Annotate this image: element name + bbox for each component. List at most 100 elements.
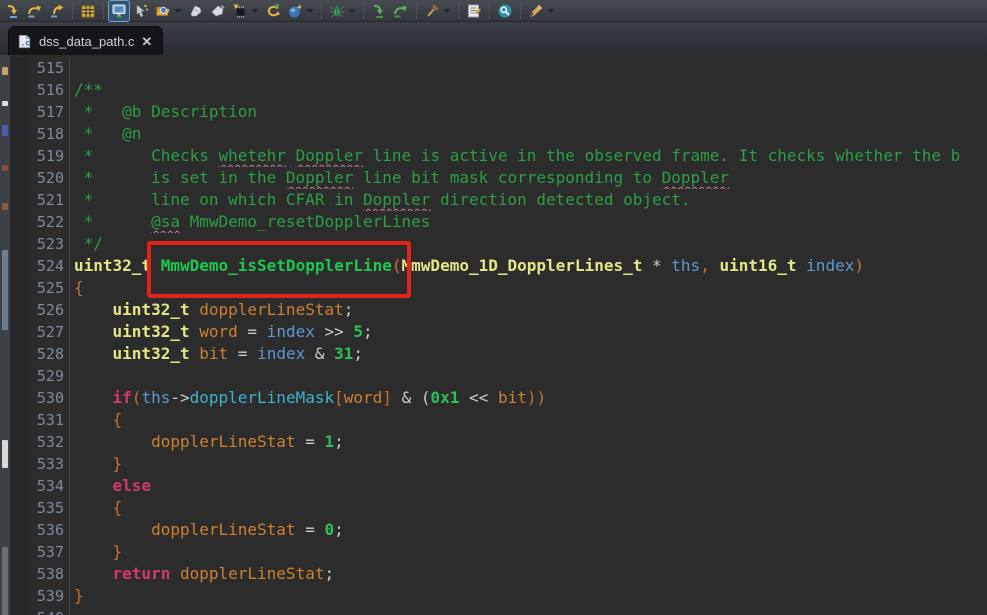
- step-return-button[interactable]: [46, 0, 68, 22]
- breakpoint-gutter[interactable]: [10, 233, 30, 255]
- breakpoint-gutter[interactable]: [10, 409, 30, 431]
- code-text[interactable]: * @sa MmwDemo_resetDopplerLines: [69, 211, 987, 233]
- code-text[interactable]: dopplerLineStat = 1;: [69, 431, 987, 453]
- code-line[interactable]: 536 dopplerLineStat = 0;: [10, 519, 987, 541]
- code-text[interactable]: uint32_t word = index >> 5;: [69, 321, 987, 343]
- breakpoint-gutter[interactable]: [10, 211, 30, 233]
- breakpoint-gutter[interactable]: [10, 563, 30, 585]
- breakpoint-gutter[interactable]: [10, 519, 30, 541]
- breakpoint-gutter[interactable]: [10, 453, 30, 475]
- code-text[interactable]: * @b Description: [69, 101, 987, 123]
- code-line[interactable]: 538 return dopplerLineStat;: [10, 563, 987, 585]
- breakpoint-gutter[interactable]: [10, 497, 30, 519]
- breakpoint-gutter[interactable]: [10, 343, 30, 365]
- dropdown-arrow-icon[interactable]: [547, 8, 555, 13]
- green-step-over-button[interactable]: [390, 0, 412, 22]
- code-line[interactable]: 515: [10, 57, 987, 79]
- code-text[interactable]: [69, 607, 987, 615]
- breakpoint-gutter[interactable]: [10, 541, 30, 563]
- code-editor[interactable]: 515 516/** 517 * @b Description 518 * @n 519…: [0, 55, 987, 615]
- code-text[interactable]: */: [69, 233, 987, 255]
- tab-close-icon[interactable]: ✕: [141, 35, 152, 48]
- load-program-button[interactable]: [152, 0, 185, 22]
- code-text[interactable]: [69, 57, 987, 79]
- breakpoint-gutter[interactable]: [10, 277, 30, 299]
- code-text[interactable]: uint32_t bit = index & 31;: [69, 343, 987, 365]
- code-line[interactable]: 523 */: [10, 233, 987, 255]
- code-line[interactable]: 521 * line on which CFAR in Doppler dire…: [10, 189, 987, 211]
- dropdown-arrow-icon[interactable]: [443, 8, 451, 13]
- code-line[interactable]: 528 uint32_t bit = index & 31;: [10, 343, 987, 365]
- code-line[interactable]: 530 if(ths->dopplerLineMask[word] & (0x1…: [10, 387, 987, 409]
- breakpoint-gutter[interactable]: [10, 145, 30, 167]
- code-text[interactable]: uint32_t dopplerLineStat;: [69, 299, 987, 321]
- tool-a-button[interactable]: [185, 0, 207, 22]
- code-text[interactable]: }: [69, 585, 987, 607]
- breakpoint-gutter[interactable]: [10, 57, 30, 79]
- green-step-into-button[interactable]: [368, 0, 390, 22]
- code-text[interactable]: * @n: [69, 123, 987, 145]
- code-line[interactable]: 519 * Checks whetehr Doppler line is act…: [10, 145, 987, 167]
- step-into-button[interactable]: [2, 0, 24, 22]
- code-line[interactable]: 520 * is set in the Doppler line bit mas…: [10, 167, 987, 189]
- breakpoint-gutter[interactable]: [10, 167, 30, 189]
- code-text[interactable]: }: [69, 541, 987, 563]
- code-text[interactable]: * is set in the Doppler line bit mask co…: [69, 167, 987, 189]
- code-text[interactable]: return dopplerLineStat;: [69, 563, 987, 585]
- code-text[interactable]: * line on which CFAR in Doppler directio…: [69, 189, 987, 211]
- code-line[interactable]: 522 * @sa MmwDemo_resetDopplerLines: [10, 211, 987, 233]
- debug-button[interactable]: [326, 0, 359, 22]
- code-text[interactable]: else: [69, 475, 987, 497]
- breakpoint-gutter[interactable]: [10, 431, 30, 453]
- restart-button[interactable]: [262, 0, 284, 22]
- new-target-config-button[interactable]: [463, 0, 485, 22]
- dropdown-arrow-icon[interactable]: [348, 8, 356, 13]
- search-button[interactable]: [494, 0, 516, 22]
- code-text[interactable]: {: [69, 497, 987, 519]
- code-line[interactable]: 516 /**: [10, 79, 987, 101]
- dropdown-arrow-icon[interactable]: [306, 8, 314, 13]
- breakpoint-gutter[interactable]: [10, 123, 30, 145]
- code-text[interactable]: uint32_t MmwDemo_isSetDopplerLine(MmwDem…: [69, 255, 987, 277]
- breakpoint-gutter[interactable]: [10, 255, 30, 277]
- code-line[interactable]: 527 uint32_t word = index >> 5;: [10, 321, 987, 343]
- code-text[interactable]: * Checks whetehr Doppler line is active …: [69, 145, 987, 167]
- flash-chip-button[interactable]: [229, 0, 262, 22]
- code-line[interactable]: 535 {: [10, 497, 987, 519]
- code-line[interactable]: 524 uint32_t MmwDemo_isSetDopplerLine(Mmw…: [10, 255, 987, 277]
- code-line[interactable]: 517 * @b Description: [10, 101, 987, 123]
- code-line[interactable]: 525 {: [10, 277, 987, 299]
- code-line[interactable]: 537 }: [10, 541, 987, 563]
- breakpoint-gutter[interactable]: [10, 321, 30, 343]
- code-line[interactable]: 533 }: [10, 453, 987, 475]
- breakpoint-gutter[interactable]: [10, 299, 30, 321]
- pen-button[interactable]: [525, 0, 558, 22]
- tab-dss-data-path[interactable]: .c dss_data_path.c ✕: [8, 26, 164, 55]
- breakpoint-gutter[interactable]: [10, 189, 30, 211]
- code-text[interactable]: {: [69, 409, 987, 431]
- code-line[interactable]: 526 uint32_t dopplerLineStat;: [10, 299, 987, 321]
- breakpoint-gutter[interactable]: [10, 387, 30, 409]
- browse-globe-button[interactable]: [284, 0, 317, 22]
- breakpoint-gutter[interactable]: [10, 365, 30, 387]
- code-line[interactable]: 532 dopplerLineStat = 1;: [10, 431, 987, 453]
- breakpoint-gutter[interactable]: [10, 475, 30, 497]
- step-over-button[interactable]: [24, 0, 46, 22]
- code-line[interactable]: 518 * @n: [10, 123, 987, 145]
- code-text[interactable]: {: [69, 277, 987, 299]
- code-text[interactable]: /**: [69, 79, 987, 101]
- code-line[interactable]: 540: [10, 607, 987, 615]
- breakpoint-gutter[interactable]: [10, 79, 30, 101]
- code-text[interactable]: if(ths->dopplerLineMask[word] & (0x1 << …: [69, 387, 987, 409]
- breakpoint-gutter[interactable]: [10, 585, 30, 607]
- dropdown-arrow-icon[interactable]: [174, 8, 182, 13]
- code-text[interactable]: [69, 365, 987, 387]
- build-button[interactable]: [421, 0, 454, 22]
- target-monitor-button[interactable]: [108, 0, 130, 22]
- breakpoint-gutter[interactable]: [10, 607, 30, 615]
- code-line[interactable]: 529: [10, 365, 987, 387]
- code-text[interactable]: }: [69, 453, 987, 475]
- breakpoint-gutter[interactable]: [10, 101, 30, 123]
- wand-button[interactable]: [130, 0, 152, 22]
- dropdown-arrow-icon[interactable]: [251, 8, 259, 13]
